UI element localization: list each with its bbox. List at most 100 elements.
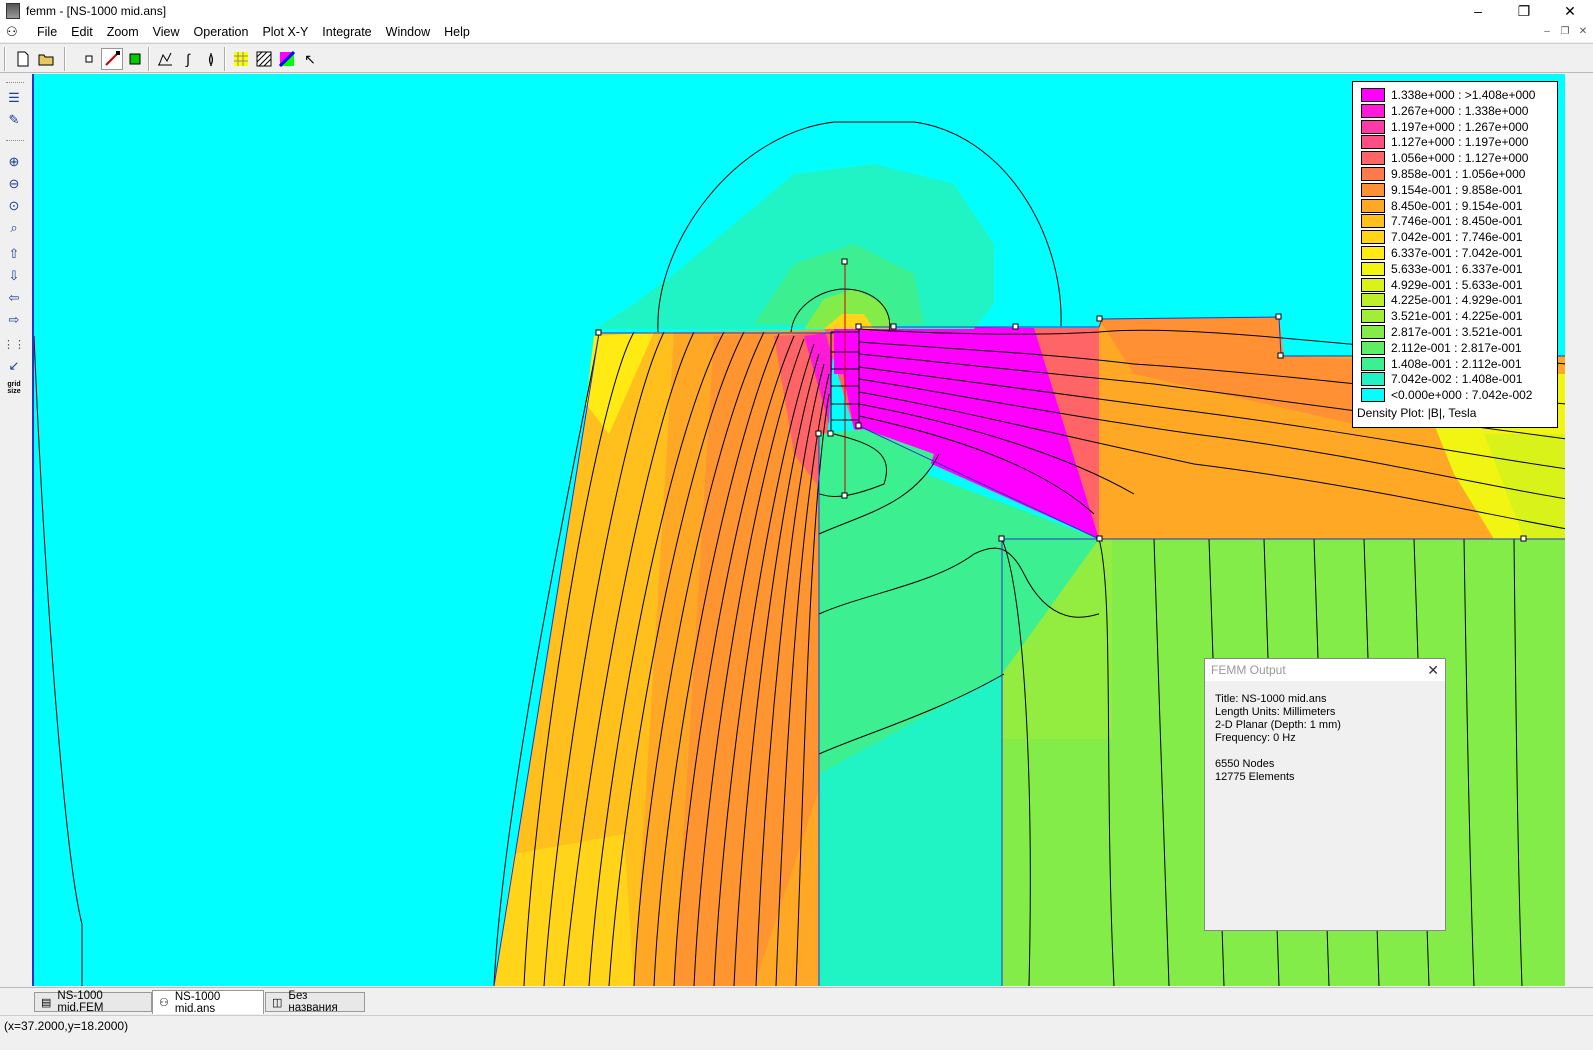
pan-right-icon[interactable]: ⇨ (4, 310, 24, 330)
line-plot-icon[interactable] (154, 48, 176, 70)
grid-plot-icon[interactable] (230, 48, 252, 70)
output-close-icon[interactable]: ✕ (1427, 662, 1439, 679)
density-plot-icon[interactable] (276, 48, 298, 70)
menu-edit[interactable]: Edit (64, 22, 100, 42)
legend-label: 4.225e-001 : 4.929e-001 (1391, 293, 1523, 308)
legend-label: 1.338e+000 : >1.408e+000 (1391, 88, 1536, 102)
legend-label: 1.408e-001 : 2.112e-001 (1391, 356, 1522, 371)
status-bar: (x=37.2000,y=18.2000) (0, 1015, 1593, 1050)
close-button[interactable]: ✕ (1547, 0, 1593, 22)
legend-swatch (1361, 135, 1385, 150)
edit-properties-icon[interactable]: ✎ (4, 110, 24, 130)
legend-row: 1.267e+000 : 1.338e+000 (1361, 103, 1528, 118)
pointer-icon[interactable]: ↖ (299, 48, 321, 70)
legend-row: 4.225e-001 : 4.929e-001 (1361, 293, 1523, 308)
segment-mode-icon[interactable] (101, 48, 123, 70)
zoom-in-icon[interactable]: ⊕ (4, 152, 24, 172)
tab-ans-file[interactable]: ⚇ NS-1000 mid.ans (152, 990, 264, 1015)
legend-row: 2.112e-001 : 2.817e-001 (1361, 340, 1522, 355)
femm-output-panel: FEMM Output ✕ Title: NS-1000 mid.ans Len… (1204, 658, 1446, 931)
density-legend: 1.338e+000 : >1.408e+000 1.267e+000 : 1.3… (1352, 81, 1558, 428)
toolbar-separator (4, 47, 6, 71)
tab-fem-file[interactable]: ▤ NS-1000 mid.FEM (34, 990, 152, 1014)
legend-swatch (1361, 167, 1385, 181)
toolbar-separator (148, 47, 150, 71)
block-mode-icon[interactable] (124, 48, 146, 70)
legend-swatch (1361, 340, 1385, 355)
femm-app-icon (6, 3, 20, 19)
pan-up-icon[interactable]: ⇧ (4, 244, 24, 264)
cursor-coordinates: (x=37.2000,y=18.2000) (4, 1019, 129, 1033)
node-mode-icon[interactable] (78, 48, 100, 70)
legend-row: 1.056e+000 : 1.127e+000 (1361, 151, 1529, 166)
legend-row: 4.929e-001 : 5.633e-001 (1361, 277, 1522, 292)
open-folder-icon[interactable] (36, 48, 58, 70)
menu-window[interactable]: Window (379, 22, 437, 42)
document-icon: ▤ (41, 996, 52, 1009)
menu-file[interactable]: File (30, 22, 64, 42)
femm-doc-icon[interactable]: ⚇ (6, 24, 24, 40)
grid-size-button[interactable]: grid size (4, 378, 24, 398)
output-header: FEMM Output ✕ (1205, 659, 1445, 681)
legend-label: 9.154e-001 : 9.858e-001 (1391, 182, 1523, 197)
restore-button[interactable]: ❐ (1501, 0, 1547, 22)
legend-label: 2.112e-001 : 2.817e-001 (1391, 340, 1522, 355)
legend-swatch (1361, 246, 1385, 260)
legend-row: 8.450e-001 : 9.154e-001 (1361, 198, 1522, 213)
integral-icon[interactable]: ∫ (177, 48, 199, 70)
legend-swatch (1361, 88, 1385, 102)
legend-row: 9.154e-001 : 9.858e-001 (1361, 182, 1523, 197)
mdi-minimize-button[interactable]: – (1539, 24, 1555, 38)
coil-icon[interactable]: ≬ (200, 48, 222, 70)
toolbar: ∫ ≬ ↖ (0, 43, 1593, 73)
menu-plot-xy[interactable]: Plot X-Y (255, 22, 315, 42)
zoom-natural-icon[interactable]: ⊙ (4, 196, 24, 216)
legend-row: 7.042e-001 : 7.746e-001 (1361, 230, 1522, 245)
legend-label: <0.000e+000 : 7.042e-002 (1391, 388, 1533, 403)
menu-help[interactable]: Help (437, 22, 477, 42)
menu-operation[interactable]: Operation (187, 22, 256, 42)
window-title: femm - [NS-1000 mid.ans] (26, 4, 167, 18)
legend-label: 1.197e+000 : 1.267e+000 (1391, 119, 1529, 134)
side-toolbar: ☰ ✎ ⊕ ⊖ ⊙ ⌕ ⇧ ⇩ ⇦ ⇨ ⋮⋮ ↙ grid size (0, 74, 30, 984)
legend-label: 7.746e-001 : 8.450e-001 (1391, 214, 1523, 229)
title-bar: femm - [NS-1000 mid.ans] – ❐ ✕ (0, 0, 1593, 22)
mdi-controls: – ❐ ✕ (1539, 24, 1591, 38)
tab-label: Без названия (288, 990, 338, 1014)
pan-left-icon[interactable]: ⇦ (4, 288, 24, 308)
menu-zoom[interactable]: Zoom (100, 22, 146, 42)
run-analysis-icon[interactable]: ☰ (4, 88, 24, 108)
mdi-close-button[interactable]: ✕ (1575, 24, 1591, 38)
grid-size-label: grid size (7, 381, 21, 395)
minimize-button[interactable]: – (1455, 0, 1501, 22)
pan-down-icon[interactable]: ⇩ (4, 266, 24, 286)
legend-swatch (1361, 214, 1385, 229)
snap-grid-icon[interactable]: ↙ (4, 356, 24, 376)
legend-row: 1.197e+000 : 1.267e+000 (1361, 119, 1529, 134)
legend-label: 7.042e-002 : 1.408e-001 (1391, 372, 1523, 387)
new-file-icon[interactable] (12, 48, 34, 70)
legend-row: 2.817e-001 : 3.521e-001 (1361, 325, 1522, 339)
legend-row: 7.042e-002 : 1.408e-001 (1361, 372, 1523, 387)
menu-integrate[interactable]: Integrate (315, 22, 378, 42)
show-grid-icon[interactable]: ⋮⋮ (3, 334, 25, 354)
legend-label: 2.817e-001 : 3.521e-001 (1391, 325, 1523, 339)
legend-swatch (1361, 151, 1385, 166)
legend-row: 3.521e-001 : 4.225e-001 (1361, 309, 1523, 324)
legend-swatch (1361, 309, 1385, 324)
legend-swatch (1361, 261, 1385, 276)
tab-label: NS-1000 mid.FEM (57, 990, 104, 1014)
legend-swatch (1361, 198, 1385, 213)
mdi-restore-button[interactable]: ❐ (1557, 24, 1573, 38)
legend-row: <0.000e+000 : 7.042e-002 (1361, 388, 1533, 403)
legend-label: 1.056e+000 : 1.127e+000 (1391, 151, 1529, 166)
menu-view[interactable]: View (146, 22, 187, 42)
tab-untitled[interactable]: ◫ Без названия (265, 990, 365, 1014)
output-text: Title: NS-1000 mid.ans Length Units: Mil… (1215, 693, 1341, 783)
legend-swatch (1361, 277, 1385, 292)
zoom-window-icon[interactable]: ⌕ (4, 218, 24, 238)
hatch-plot-icon[interactable] (253, 48, 275, 70)
zoom-out-icon[interactable]: ⊖ (4, 174, 24, 194)
legend-row: 6.337e-001 : 7.042e-001 (1361, 246, 1522, 260)
legend-label: 3.521e-001 : 4.225e-001 (1391, 309, 1523, 324)
